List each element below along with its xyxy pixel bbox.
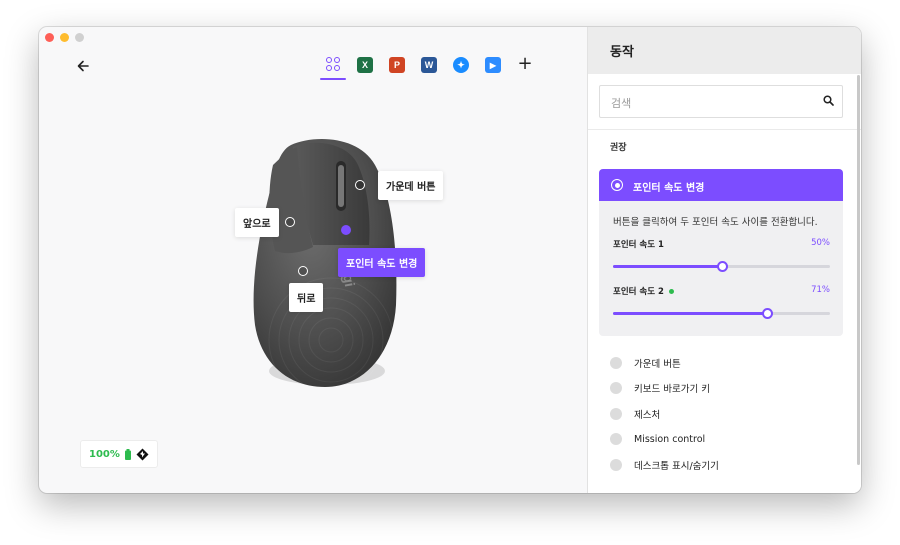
action-item-middle-button[interactable]: 가운데 버튼 <box>610 350 719 376</box>
tab-safari[interactable]: ✦ <box>449 54 473 80</box>
action-label: 제스처 <box>634 409 661 421</box>
slider-thumb[interactable] <box>762 308 774 319</box>
panel-scrollbar[interactable] <box>857 75 860 465</box>
back-button-marker[interactable] <box>298 266 308 276</box>
close-window-button[interactable] <box>45 33 54 42</box>
action-item-mission-control[interactable]: Mission control <box>610 427 719 453</box>
action-label: 가운데 버튼 <box>634 358 681 370</box>
slider-speed-2[interactable] <box>613 308 830 319</box>
minimize-window-button[interactable] <box>60 33 69 42</box>
tab-excel[interactable]: X <box>353 54 377 80</box>
slider-label-text: 포인터 속도 1 <box>613 240 664 250</box>
selected-radio[interactable] <box>611 179 623 191</box>
zoom-window-button[interactable] <box>75 33 84 42</box>
powerpoint-icon: P <box>389 57 405 73</box>
word-icon: W <box>421 57 437 73</box>
action-label: 키보드 바로가기 키 <box>634 384 710 396</box>
divider <box>588 129 861 130</box>
panel-title: 동작 <box>610 45 634 60</box>
radio-button[interactable] <box>610 356 622 369</box>
section-label-recommended: 권장 <box>610 143 627 153</box>
actions-panel: 동작 검색 권장 포인터 속도 변경 버튼을 클릭하여 두 포인터 속도 사이를… <box>587 27 861 493</box>
search-input[interactable]: 검색 <box>611 95 631 111</box>
excel-icon: X <box>357 57 373 73</box>
slider-fill <box>613 312 768 315</box>
tab-powerpoint[interactable]: P <box>385 54 409 80</box>
arrow-left-icon <box>77 60 89 72</box>
radio-button[interactable] <box>610 458 622 471</box>
forward-button-marker[interactable] <box>285 217 295 227</box>
middle-button-marker[interactable] <box>355 180 365 190</box>
slider-label-text: 포인터 속도 2 <box>613 287 664 297</box>
app-window: X P W ✦ ▶ + 가운데 버튼 앞으로 포인터 속도 변경 뒤로 100%… <box>39 27 861 493</box>
slider-label-speed-2: 포인터 속도 2 <box>613 285 674 297</box>
slider-speed-1[interactable] <box>613 261 830 272</box>
logi-bolt-icon <box>136 448 149 460</box>
slider-value-speed-2: 71% <box>811 285 830 295</box>
callout-back-button[interactable]: 뒤로 <box>289 283 324 312</box>
battery-icon <box>124 448 131 460</box>
search-icon[interactable] <box>823 95 834 106</box>
action-label: 데스크톱 표시/숨기기 <box>634 460 719 472</box>
battery-percent: 100% <box>89 448 120 460</box>
search-field[interactable]: 검색 <box>599 85 843 118</box>
selected-action-card: 포인터 속도 변경 버튼을 클릭하여 두 포인터 속도 사이를 전환합니다. 포… <box>599 169 843 336</box>
selected-action-header[interactable]: 포인터 속도 변경 <box>599 169 843 201</box>
slider-thumb[interactable] <box>716 261 728 272</box>
selected-action-description: 버튼을 클릭하여 두 포인터 속도 사이를 전환합니다. <box>613 217 818 228</box>
app-profile-tabs: X P W ✦ ▶ + <box>320 54 537 80</box>
action-item-show-desktop[interactable]: 데스크톱 표시/숨기기 <box>610 452 719 478</box>
action-item-keyboard-shortcut[interactable]: 키보드 바로가기 키 <box>610 376 719 402</box>
radio-button[interactable] <box>610 407 622 420</box>
action-list: 가운데 버튼 키보드 바로가기 키 제스처 Mission control 데스… <box>610 350 719 478</box>
action-label: Mission control <box>634 433 706 445</box>
slider-fill <box>613 265 722 268</box>
plus-icon: + <box>517 53 533 74</box>
active-indicator-dot <box>668 288 674 294</box>
grid-circles-icon <box>326 57 340 71</box>
selected-action-title: 포인터 속도 변경 <box>633 183 705 194</box>
battery-status: 100% <box>80 440 158 468</box>
action-item-gestures[interactable]: 제스처 <box>610 401 719 427</box>
safari-icon: ✦ <box>453 57 469 73</box>
slider-value-speed-1: 50% <box>811 238 830 248</box>
add-app-button[interactable]: + <box>513 54 537 80</box>
tab-zoom[interactable]: ▶ <box>481 54 505 80</box>
slider-label-speed-1: 포인터 속도 1 <box>613 238 664 250</box>
zoom-icon: ▶ <box>485 57 501 73</box>
radio-button[interactable] <box>610 433 622 446</box>
callout-forward-button[interactable]: 앞으로 <box>235 208 279 237</box>
callout-middle-button[interactable]: 가운데 버튼 <box>378 171 444 200</box>
radio-button[interactable] <box>610 382 622 395</box>
window-controls <box>45 33 84 42</box>
callout-pointer-speed-button[interactable]: 포인터 속도 변경 <box>338 248 426 277</box>
back-button[interactable] <box>77 58 89 76</box>
tab-word[interactable]: W <box>417 54 441 80</box>
tab-all-apps[interactable] <box>320 54 346 80</box>
